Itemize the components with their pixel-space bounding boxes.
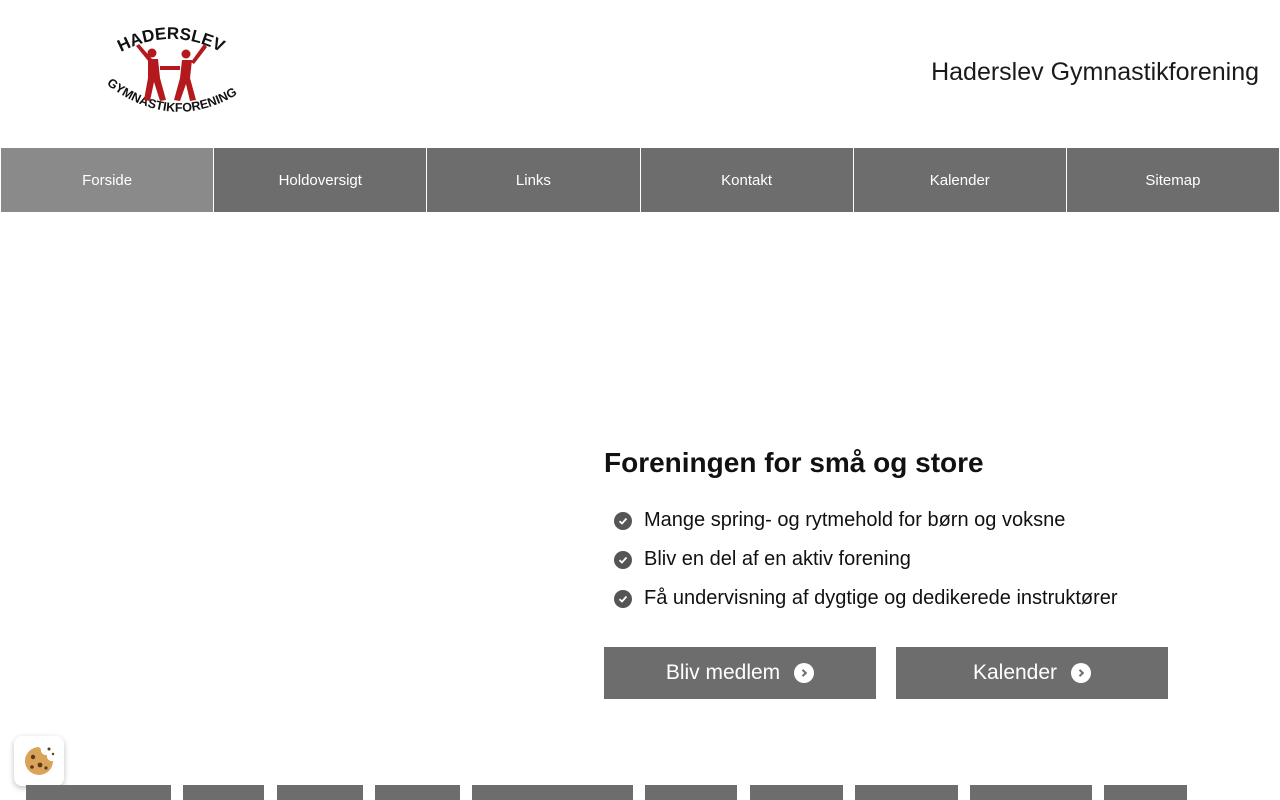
logo-image: HADERSLEV GYMNASTIKFORENING — [105, 24, 239, 115]
benefit-list: Mange spring- og rytmehold for børn og v… — [604, 501, 1204, 618]
benefit-item: Få undervisning af dygtige og dedikerede… — [604, 579, 1204, 618]
footer-tile[interactable] — [472, 785, 633, 800]
nav-item-sitemap[interactable]: Sitemap — [1066, 148, 1280, 212]
cta-buttons: Bliv medlem Kalender — [604, 647, 1168, 699]
check-circle-icon — [614, 550, 632, 569]
footer-tile[interactable] — [750, 785, 843, 800]
hero-heading: Foreningen for små og store — [604, 447, 984, 478]
gymnast-figures-icon — [136, 44, 207, 101]
footer-link-tiles — [0, 785, 1280, 800]
join-button[interactable]: Bliv medlem — [604, 647, 876, 699]
chevron-circle-right-icon — [794, 663, 815, 683]
footer-tile[interactable] — [855, 785, 958, 800]
footer-tile[interactable] — [1104, 785, 1187, 800]
site-logo[interactable]: HADERSLEV GYMNASTIKFORENING — [100, 24, 242, 122]
nav-item-kalender[interactable]: Kalender — [853, 148, 1067, 212]
hero-section: Foreningen for små og store Mange spring… — [604, 444, 1204, 618]
logo-text-bottom: GYMNASTIKFORENING — [105, 75, 239, 114]
benefit-item: Mange spring- og rytmehold for børn og v… — [604, 501, 1204, 540]
benefit-text: Få undervisning af dygtige og dedikerede… — [644, 587, 1118, 609]
calendar-button-label: Kalender — [972, 661, 1058, 684]
footer-tile[interactable] — [970, 785, 1092, 800]
check-circle-icon — [614, 589, 632, 608]
logo-text-top: HADERSLEV — [114, 24, 228, 56]
benefit-item: Bliv en del af en aktiv forening — [604, 540, 1204, 579]
calendar-button[interactable]: Kalender — [896, 647, 1168, 699]
join-button-label: Bliv medlem — [665, 661, 781, 684]
cookie-icon — [25, 747, 55, 775]
footer-tile[interactable] — [277, 785, 363, 800]
site-header: HADERSLEV GYMNASTIKFORENING Haderslev Gy… — [0, 0, 1280, 148]
nav-item-kontakt[interactable]: Kontakt — [640, 148, 854, 212]
main-navigation: Forside Holdoversigt Links Kontakt Kalen… — [1, 148, 1280, 212]
benefit-text: Mange spring- og rytmehold for børn og v… — [644, 509, 1066, 531]
site-title: Haderslev Gymnastikforening — [931, 58, 1259, 86]
benefit-text: Bliv en del af en aktiv forening — [644, 548, 911, 570]
cookie-settings-button[interactable] — [14, 736, 64, 786]
footer-tile[interactable] — [26, 785, 171, 800]
footer-tile[interactable] — [645, 785, 737, 800]
footer-tile[interactable] — [375, 785, 460, 800]
svg-text:GYMNASTIKFORENING: GYMNASTIKFORENING — [105, 75, 239, 114]
nav-item-holdoversigt[interactable]: Holdoversigt — [214, 148, 428, 212]
chevron-circle-right-icon — [1071, 663, 1092, 683]
svg-text:HADERSLEV: HADERSLEV — [114, 26, 228, 56]
footer-tile[interactable] — [183, 785, 264, 800]
check-circle-icon — [614, 511, 632, 530]
nav-item-forside[interactable]: Forside — [1, 148, 215, 212]
nav-item-links[interactable]: Links — [427, 148, 641, 212]
